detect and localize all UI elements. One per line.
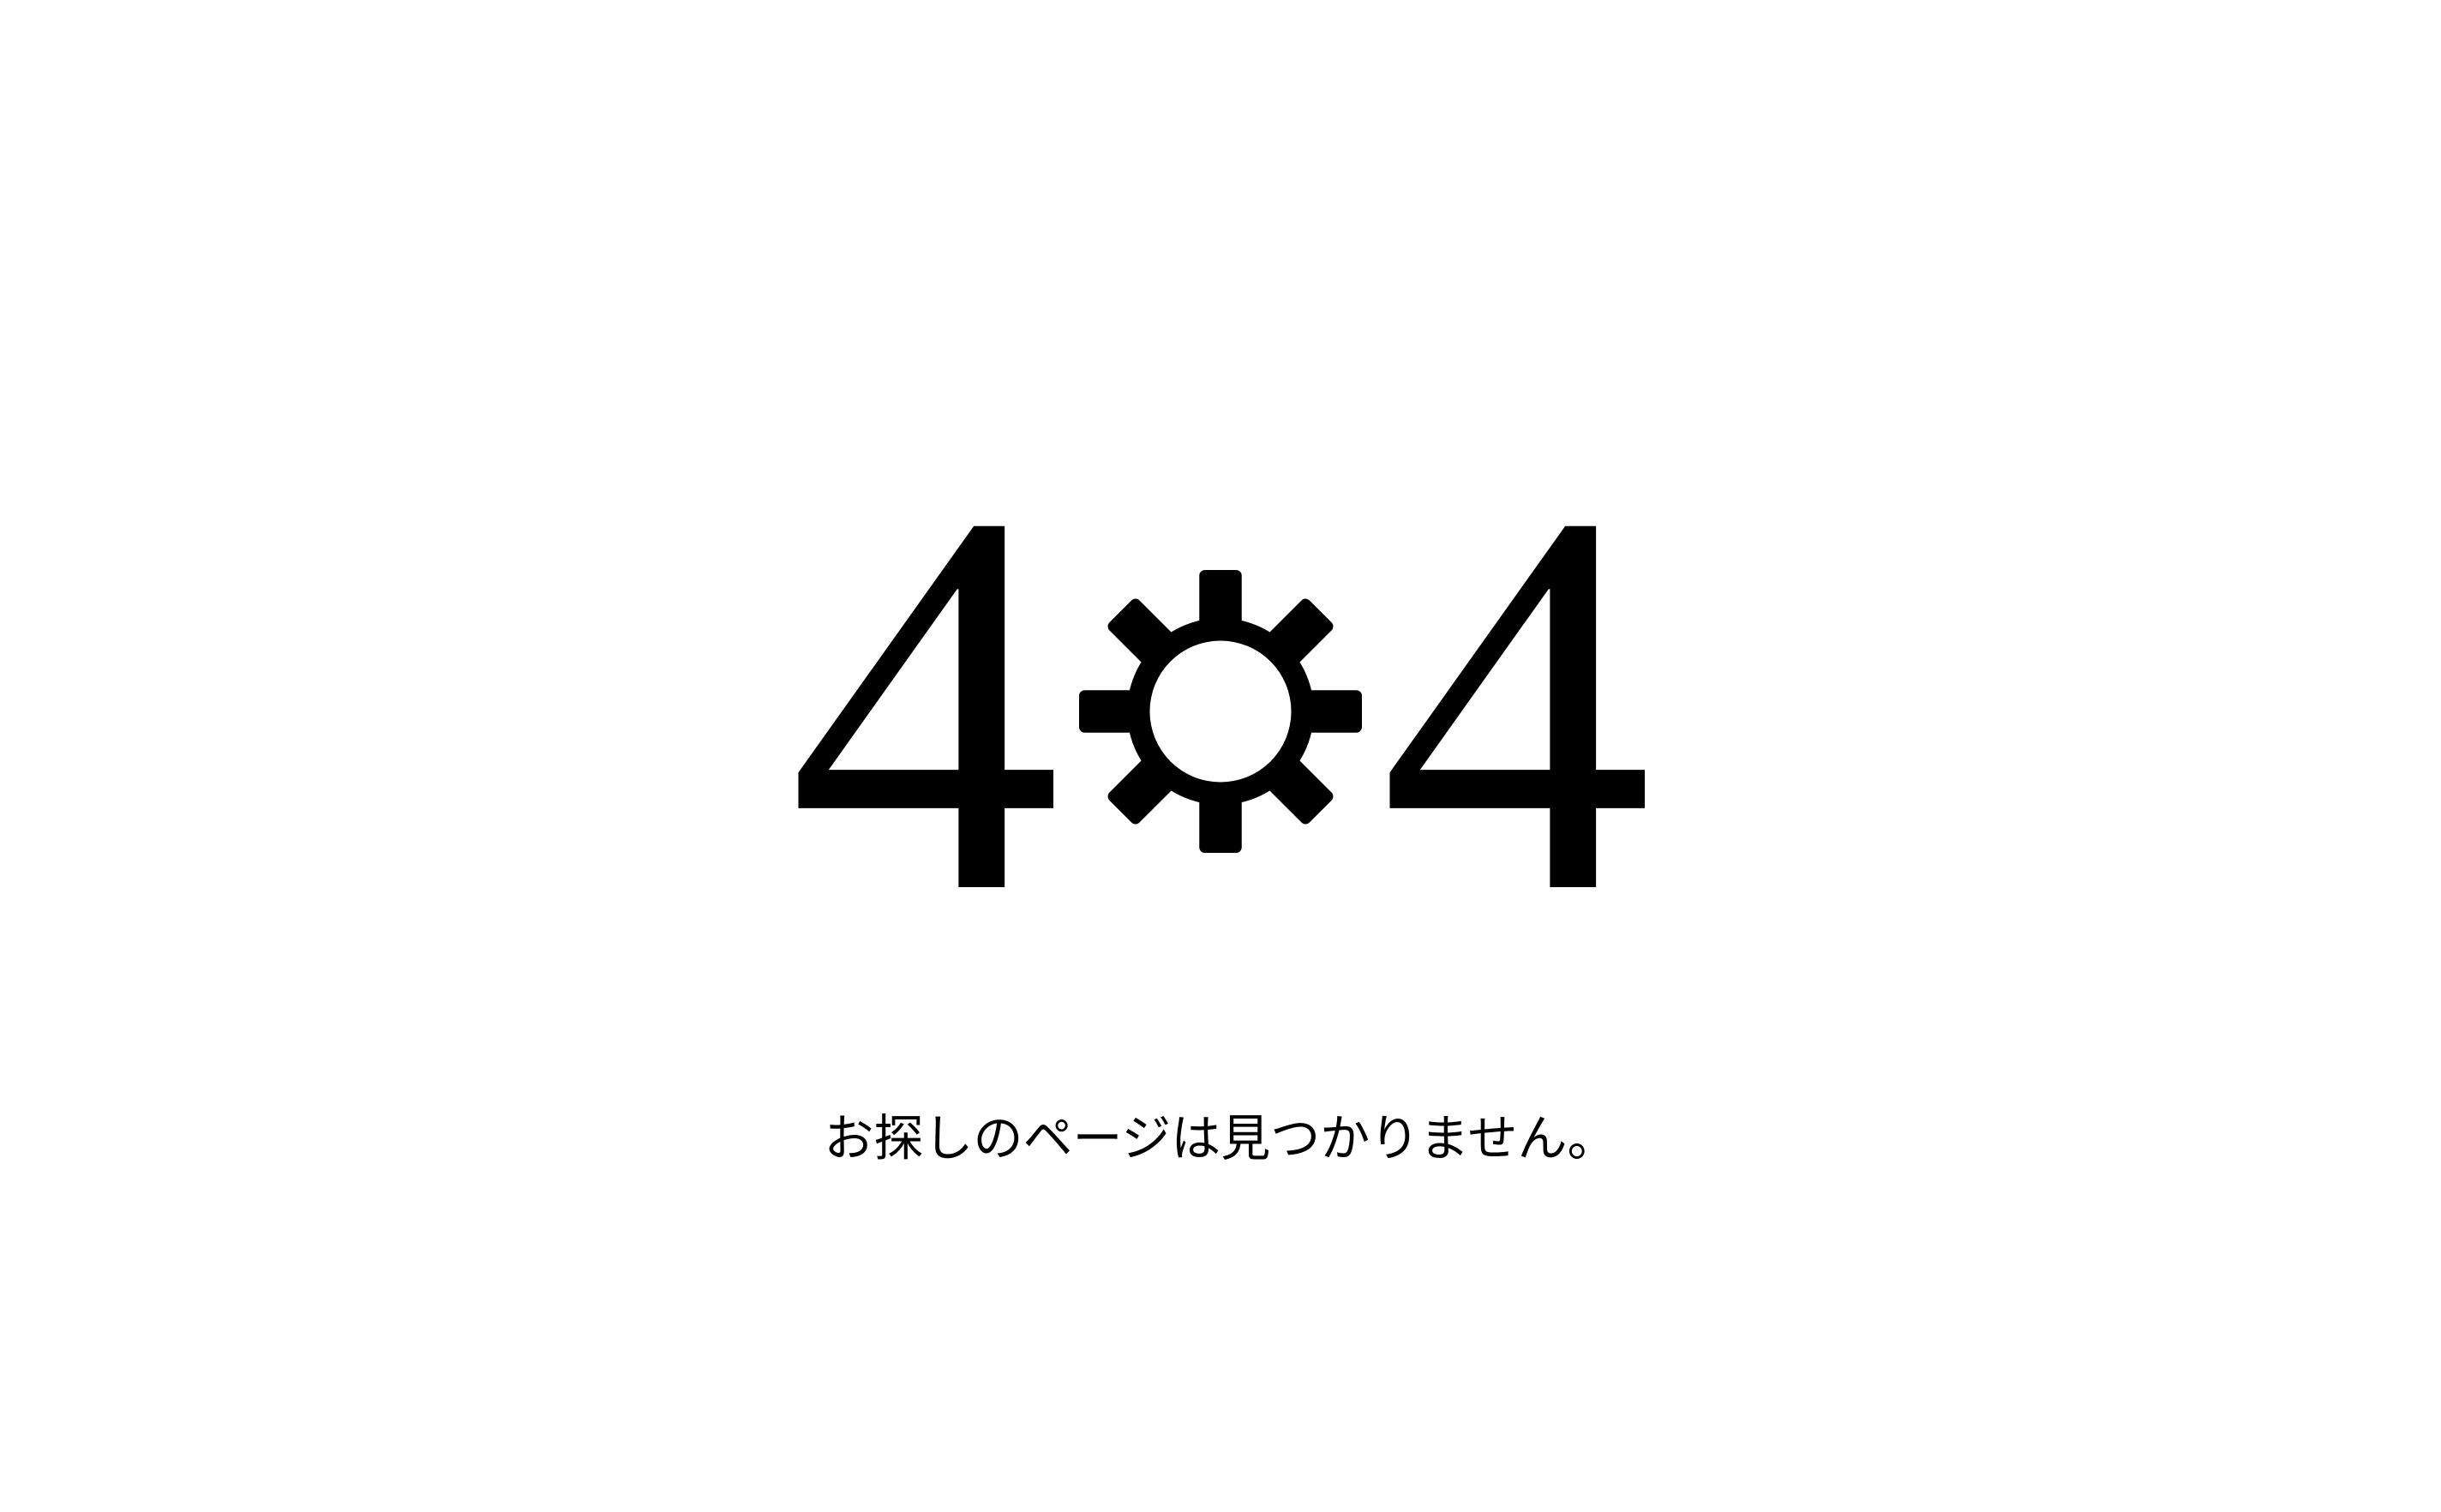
not-found-message: お探しのページは見つかりません。 bbox=[824, 1109, 1617, 1167]
error-digit-left: 4 bbox=[788, 399, 1062, 1006]
error-digit-right: 4 bbox=[1379, 399, 1653, 1006]
gear-icon bbox=[1079, 570, 1362, 853]
not-found-page: 4 4 お探しのページは見つかりません。 bbox=[0, 0, 2441, 1512]
error-code-404: 4 4 bbox=[0, 399, 2441, 1006]
